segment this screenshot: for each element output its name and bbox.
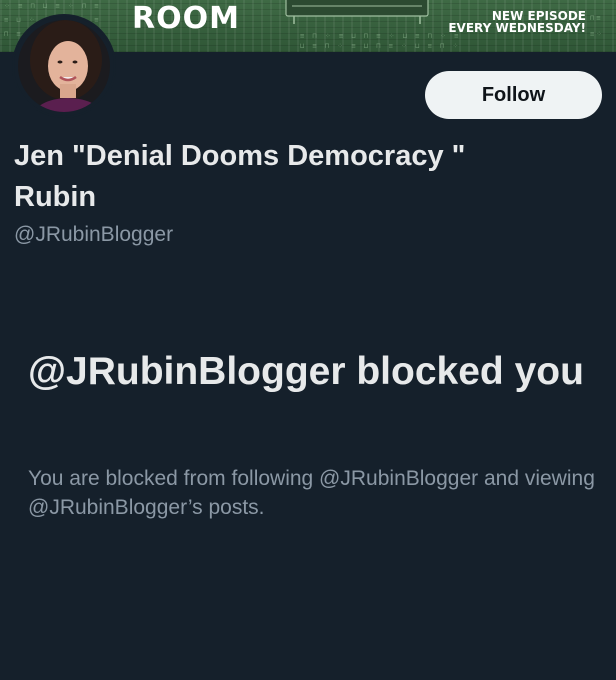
profile-display-name: Jen "Denial Dooms Democracy " Rubin — [14, 140, 466, 213]
banner-episode-text: NEW EPISODE EVERY WEDNESDAY! — [448, 10, 586, 34]
avatar-photo-icon — [14, 16, 114, 116]
banner-pattern: ⁘ ≡ ⊓ ⊔ ≡ ⁘ ⊓ ≡ — [4, 2, 101, 10]
banner-title: ROOM — [132, 1, 240, 36]
profile-page: ⁘ ≡ ⊓ ⊔ ≡ ⁘ ⊓ ≡ ≡ ⊔ ⁘ ≡ ⊓ ⊔ ⁘ ≡ ⊓ ≡ ⁘ ⊔ … — [0, 0, 616, 680]
blocked-heading: @JRubinBlogger blocked you — [28, 350, 584, 393]
sofa-icon — [285, 0, 429, 24]
blocked-description: You are blocked from following @JRubinBl… — [28, 467, 595, 519]
banner-pattern: ≡ ⊓ ⁘ ≡ ⊔ ⊓ ≡ ⁘ ⊔ ≡ ⊓ ⁘ ≡ — [300, 32, 461, 40]
avatar[interactable] — [12, 14, 116, 118]
follow-button[interactable]: Follow — [425, 71, 602, 119]
banner-pattern: ⊓≡ — [590, 14, 603, 22]
banner-pattern: ≡⁘ — [590, 30, 605, 38]
banner-pattern: ⊔ ≡ ⊓ ⁘ ≡ ⊔ ⊓ ≡ ⁘ ⊔ ≡ ⊓ ⁘ — [300, 42, 461, 50]
banner-episode-line2: EVERY WEDNESDAY! — [448, 21, 586, 35]
profile-handle: @JRubinBlogger — [14, 223, 174, 246]
